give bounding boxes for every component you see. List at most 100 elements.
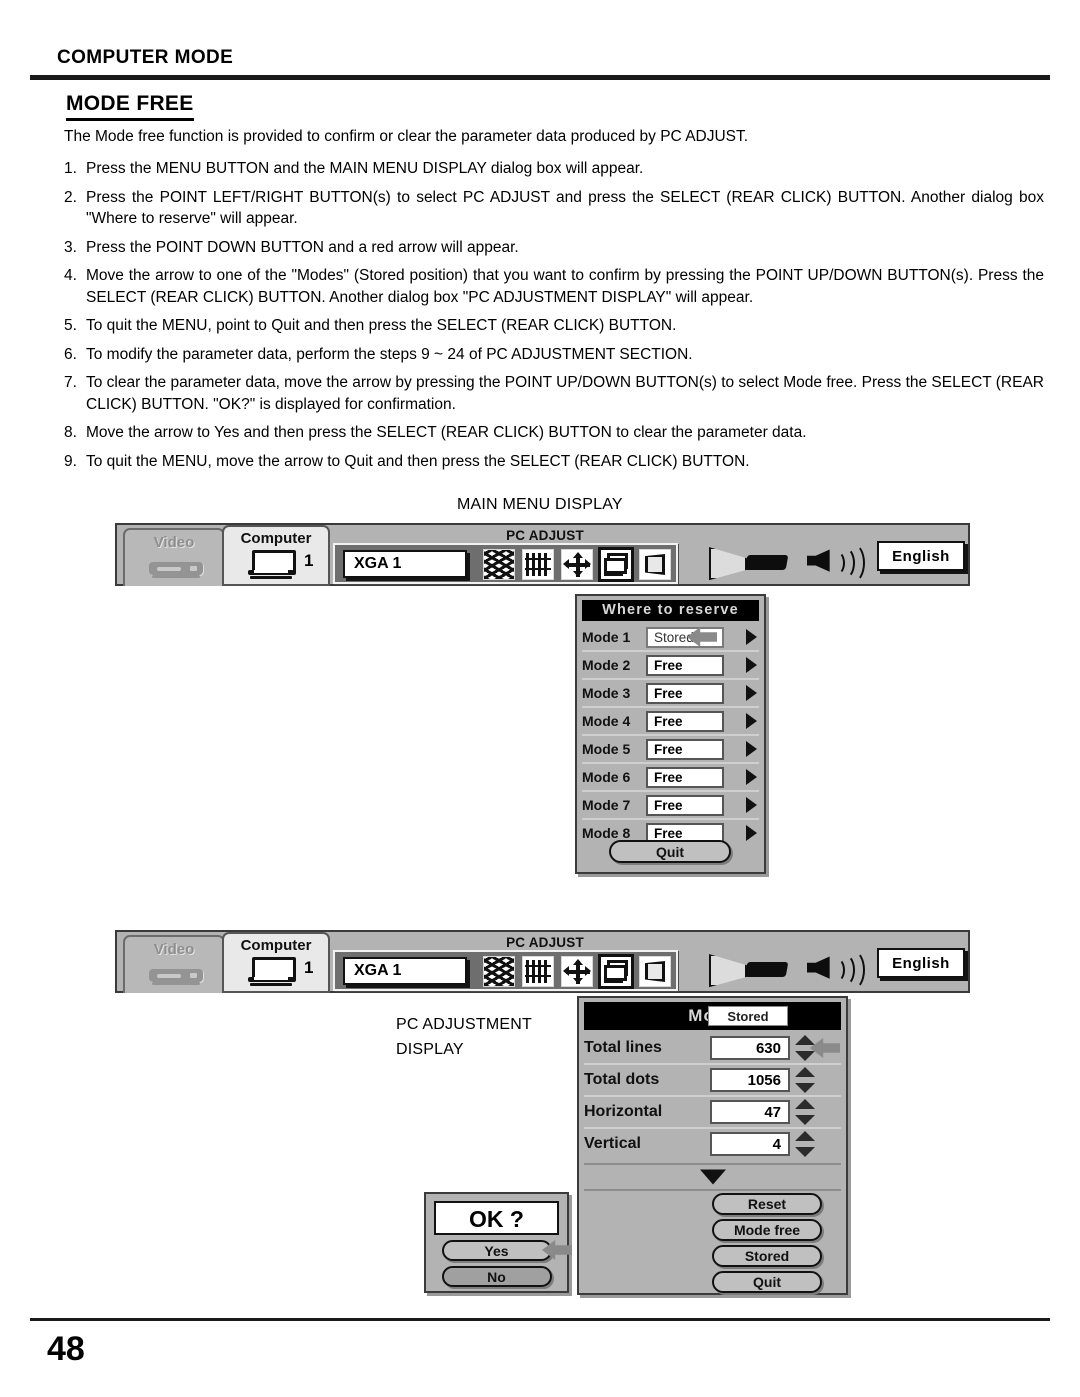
row-value[interactable]: 47 <box>710 1100 790 1124</box>
tab-computer[interactable]: Computer 1 <box>222 525 330 586</box>
chevron-down-icon <box>699 1169 726 1185</box>
table-row[interactable]: Mode 6 Free <box>582 764 759 792</box>
scroll-down-button[interactable] <box>584 1163 841 1191</box>
keystone-icon[interactable] <box>639 549 671 580</box>
mode-label: Mode 2 <box>582 657 631 673</box>
chevron-right-icon[interactable] <box>746 685 757 701</box>
keystone-icon[interactable] <box>639 956 671 987</box>
language-box[interactable]: English <box>877 948 965 978</box>
page-number: 48 <box>47 1330 85 1368</box>
total-dots-icon[interactable] <box>522 549 554 580</box>
chevron-right-icon[interactable] <box>746 741 757 757</box>
where-to-reserve-dialog: Where to reserve Mode 1 Stored Mode 2 Fr… <box>575 594 766 874</box>
mode-free-button[interactable]: Mode free <box>712 1219 822 1241</box>
table-row[interactable]: Mode 5 Free <box>582 736 759 764</box>
step-text: Move the arrow to Yes and then press the… <box>86 424 807 441</box>
table-row[interactable]: Mode 4 Free <box>582 708 759 736</box>
caption-pc-adjustment-display: PC ADJUSTMENT DISPLAY <box>396 1012 532 1062</box>
mode-label: Mode 5 <box>582 741 631 757</box>
mode-label: Mode 8 <box>582 825 631 841</box>
osd-menu-bar-1: Video Computer 1 PC ADJUST XGA 1 English <box>115 523 970 586</box>
position-icon[interactable] <box>561 956 593 987</box>
list-item: 4. Move the arrow to one of the "Modes" … <box>64 265 1044 308</box>
mode-label: Mode 1 <box>582 629 631 645</box>
ok-buttons: Yes No <box>426 1240 572 1287</box>
step-number: 9. <box>64 452 77 470</box>
table-row[interactable]: Vertical 4 <box>584 1129 841 1159</box>
source-value-box[interactable]: XGA 1 <box>343 957 467 985</box>
footer-rule <box>30 1318 1050 1321</box>
step-text: To modify the parameter data, perform th… <box>86 345 693 363</box>
step-text: Press the POINT LEFT/RIGHT BUTTON(s) to … <box>86 188 1044 228</box>
step-number: 1. <box>64 160 77 177</box>
list-item: 2. Press the POINT LEFT/RIGHT BUTTON(s) … <box>64 187 1044 230</box>
tab-video[interactable]: Video <box>123 935 225 993</box>
pc-adjust-icon[interactable] <box>598 547 634 582</box>
quit-button[interactable]: Quit <box>712 1271 822 1293</box>
no-button[interactable]: No <box>441 1266 552 1287</box>
caption-line-2: DISPLAY <box>396 1041 464 1058</box>
reset-button[interactable]: Reset <box>712 1193 822 1215</box>
mode-label: Mode 6 <box>582 769 631 785</box>
step-text: Move the arrow to one of the "Modes" (St… <box>86 267 1044 306</box>
speaker-icon[interactable] <box>807 950 865 990</box>
pc-adjust-icon[interactable] <box>598 954 634 989</box>
table-row[interactable]: Total dots 1056 <box>584 1065 841 1097</box>
chevron-right-icon[interactable] <box>746 797 757 813</box>
total-dots-icon[interactable] <box>522 956 554 987</box>
source-value-box[interactable]: XGA 1 <box>343 550 467 578</box>
row-value[interactable]: 630 <box>710 1036 790 1060</box>
mode-value: Free <box>646 710 724 732</box>
row-label: Vertical <box>584 1135 641 1152</box>
fine-sync-icon[interactable] <box>483 956 515 987</box>
panel-buttons: Reset Mode free Stored Quit <box>712 1193 822 1293</box>
chevron-right-icon[interactable] <box>746 825 757 841</box>
stepper-icon[interactable] <box>795 1099 815 1125</box>
table-row[interactable]: Mode 1 Stored <box>582 624 759 652</box>
speaker-icon[interactable] <box>807 543 865 583</box>
row-label: Total dots <box>584 1071 660 1088</box>
list-item: 9. To quit the MENU, move the arrow to Q… <box>64 451 1044 473</box>
stepper-icon[interactable] <box>795 1131 815 1157</box>
stored-button[interactable]: Stored <box>712 1245 822 1267</box>
mode-value[interactable]: Stored <box>708 1006 788 1026</box>
table-row[interactable]: Total lines 630 <box>584 1033 841 1065</box>
row-label: Horizontal <box>584 1103 663 1120</box>
stepper-icon[interactable] <box>795 1067 815 1093</box>
table-row[interactable]: Horizontal 47 <box>584 1097 841 1129</box>
table-row[interactable]: Mode 2 Free <box>582 652 759 680</box>
row-value[interactable]: 1056 <box>710 1068 790 1092</box>
step-text: To clear the parameter data, move the ar… <box>86 374 1044 413</box>
menu-title: PC ADJUST <box>506 528 584 543</box>
header-rule <box>30 75 1050 80</box>
tab-computer[interactable]: Computer 1 <box>222 932 330 993</box>
table-row[interactable]: Mode 3 Free <box>582 680 759 708</box>
pc-adjust-icon-strip: XGA 1 <box>333 543 678 584</box>
chevron-right-icon[interactable] <box>746 713 757 729</box>
page-section-title: COMPUTER MODE <box>57 47 234 68</box>
tab-video[interactable]: Video <box>123 528 225 586</box>
pc-adjust-icon-strip: XGA 1 <box>333 950 678 991</box>
source-value: XGA 1 <box>354 555 402 572</box>
table-row[interactable]: Mode 7 Free <box>582 792 759 820</box>
fine-sync-icon[interactable] <box>483 549 515 580</box>
position-icon[interactable] <box>561 549 593 580</box>
projector-icon[interactable] <box>709 545 789 581</box>
chevron-right-icon[interactable] <box>746 657 757 673</box>
language-box[interactable]: English <box>877 541 965 571</box>
osd-menu-bar-2: Video Computer 1 PC ADJUST XGA 1 English <box>115 930 970 993</box>
step-number: 8. <box>64 424 77 441</box>
yes-button[interactable]: Yes <box>441 1240 552 1261</box>
chevron-right-icon[interactable] <box>746 629 757 645</box>
list-item: 6. To modify the parameter data, perform… <box>64 344 1044 366</box>
row-value[interactable]: 4 <box>710 1132 790 1156</box>
caption-line-1: PC ADJUSTMENT <box>396 1016 532 1033</box>
step-number: 3. <box>64 238 77 256</box>
language-value: English <box>892 547 950 565</box>
tab-video-label: Video <box>153 941 195 958</box>
ok-confirm-dialog: OK ? Yes No <box>424 1192 572 1293</box>
step-number: 7. <box>64 374 77 391</box>
projector-icon[interactable] <box>709 952 789 988</box>
chevron-right-icon[interactable] <box>746 769 757 785</box>
quit-button[interactable]: Quit <box>609 840 731 863</box>
